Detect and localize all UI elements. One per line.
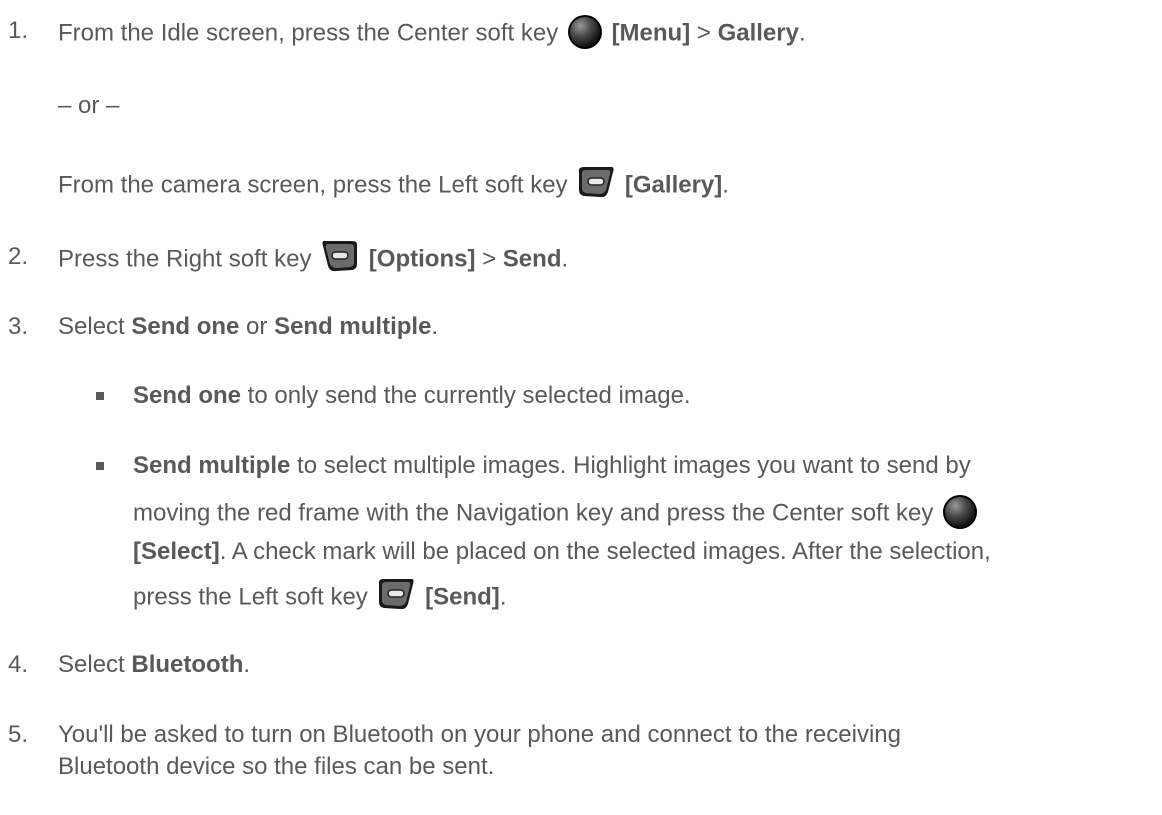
step-text: From the Idle screen, press the Center s… — [58, 19, 559, 47]
menu-label: [Menu] — [611, 19, 691, 47]
send-key-label: [Send] — [425, 583, 500, 611]
left-soft-key-icon — [576, 164, 616, 200]
step-number: 2. — [8, 243, 29, 270]
options-label: [Options] — [368, 245, 476, 273]
gallery-key-label: [Gallery] — [624, 171, 723, 199]
step-number: 3. — [8, 313, 29, 340]
step-number: 5. — [8, 721, 29, 748]
step-number: 1. — [8, 17, 29, 44]
or-separator: – or – — [58, 92, 120, 119]
bullet-icon — [96, 392, 104, 400]
center-soft-key-icon — [942, 494, 978, 530]
send-label: Send — [502, 245, 562, 273]
right-soft-key-icon — [320, 238, 360, 274]
bullet-icon — [96, 462, 104, 470]
select-label: [Select] — [133, 538, 220, 565]
center-soft-key-icon — [567, 14, 603, 50]
step-number: 4. — [8, 651, 29, 678]
gallery-label: Gallery — [717, 19, 799, 47]
left-soft-key-icon — [376, 576, 416, 612]
